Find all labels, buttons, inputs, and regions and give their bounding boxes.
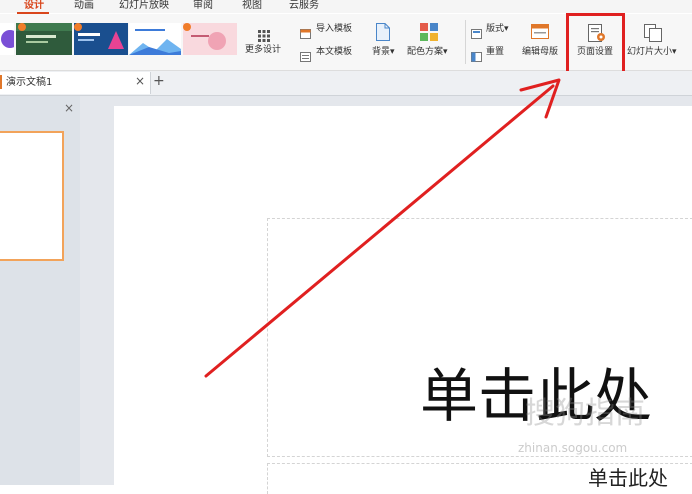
- annotation-arrow: [204, 78, 561, 378]
